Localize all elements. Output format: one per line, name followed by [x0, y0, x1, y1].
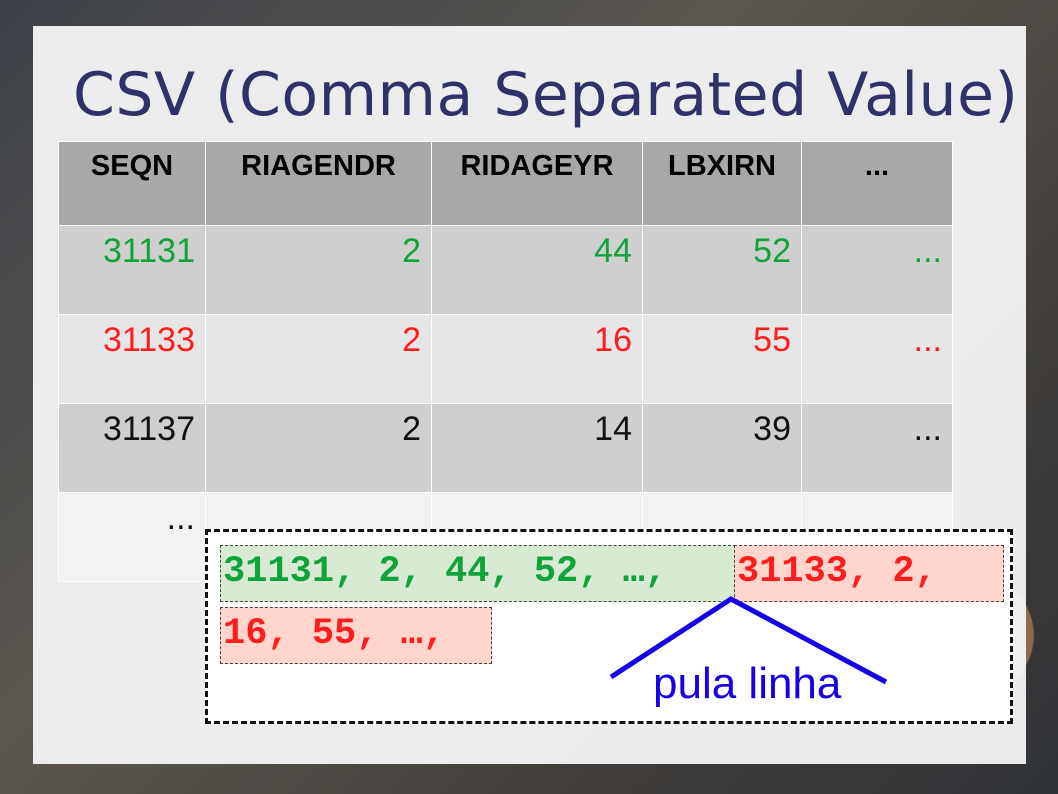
table-cell: 31133: [58, 314, 206, 404]
line-break-label: pula linha: [653, 659, 842, 708]
table-cell: 2: [205, 403, 432, 493]
csv-record-2-part-1: 31133, 2,: [734, 545, 1004, 602]
slide-title: CSV (Comma Separated Value): [73, 60, 1019, 130]
table-cell: ...: [801, 403, 953, 493]
table-cell: 39: [642, 403, 802, 493]
slide: CSV (Comma Separated Value) SEQN RIAGEND…: [33, 26, 1026, 764]
column-header: LBXIRN: [642, 141, 802, 226]
column-header: SEQN: [58, 141, 206, 226]
csv-text-box: 31131, 2, 44, 52, …, 31133, 2, 16, 55, ……: [205, 529, 1013, 724]
table-cell: 31137: [58, 403, 206, 493]
table-cell: 14: [431, 403, 643, 493]
table-cell: 2: [205, 314, 432, 404]
column-header: RIAGENDR: [205, 141, 432, 226]
table-cell: ...: [801, 314, 953, 404]
table-cell: ...: [801, 225, 953, 315]
table-cell: 16: [431, 314, 643, 404]
csv-record-2-part-2: 16, 55, …,: [220, 607, 492, 664]
table-cell: 52: [642, 225, 802, 315]
table-cell: 2: [205, 225, 432, 315]
table-cell: 44: [431, 225, 643, 315]
table-header-row: SEQN RIAGENDR RIDAGEYR LBXIRN ...: [58, 141, 953, 226]
csv-record-1: 31131, 2, 44, 52, …,: [220, 545, 736, 602]
column-header: ...: [801, 141, 953, 226]
table-cell: ...: [58, 492, 206, 582]
column-header: RIDAGEYR: [431, 141, 643, 226]
table-cell: 31131: [58, 225, 206, 315]
table-cell: 55: [642, 314, 802, 404]
table-row: 31131 2 44 52 ...: [58, 225, 953, 315]
table-row: 31137 2 14 39 ...: [58, 403, 953, 493]
table-row: 31133 2 16 55 ...: [58, 314, 953, 404]
data-table: SEQN RIAGENDR RIDAGEYR LBXIRN ... 31131 …: [58, 141, 953, 582]
